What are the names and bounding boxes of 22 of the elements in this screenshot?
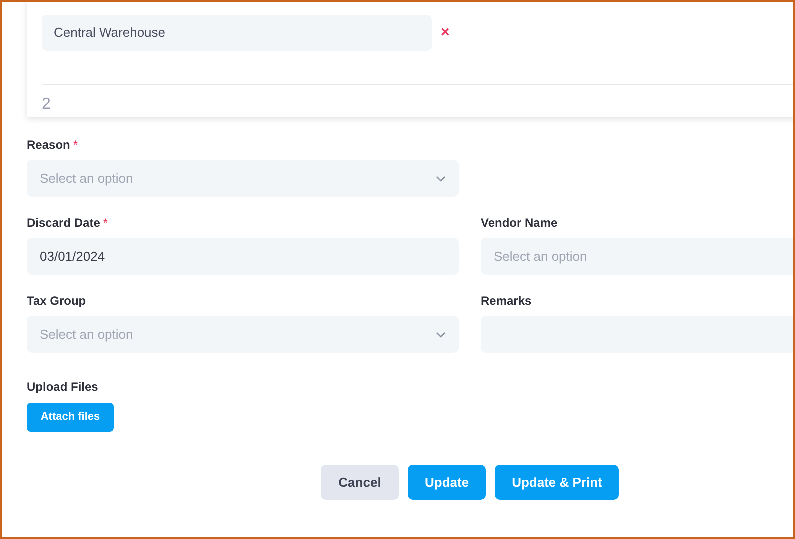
row-number: 2 <box>42 96 51 113</box>
select-field[interactable]: Select an option <box>27 316 459 353</box>
field-label: Reason <box>27 136 70 154</box>
action-button[interactable]: Cancel <box>321 465 399 500</box>
action-button[interactable]: Update <box>408 465 486 500</box>
field-label: Remarks <box>481 292 532 310</box>
field-label: Tax Group <box>27 292 86 310</box>
location-field[interactable]: Central Warehouse <box>42 15 432 51</box>
input-field[interactable]: Select an option <box>481 238 793 275</box>
input-field[interactable] <box>481 316 793 353</box>
field-label: Vendor Name <box>481 214 558 232</box>
required-mark: * <box>73 136 78 154</box>
field-label: Discard Date <box>27 214 100 232</box>
chevron-down-icon <box>436 332 446 338</box>
attach-files-button[interactable]: Attach files <box>27 403 114 432</box>
chevron-down-icon <box>436 176 446 182</box>
input-field[interactable]: 03/01/2024 <box>27 238 459 275</box>
upload-label: Upload Files <box>27 379 100 396</box>
action-button[interactable]: Update & Print <box>495 465 620 500</box>
required-mark: * <box>103 214 108 232</box>
select-field[interactable]: Select an option <box>27 160 459 197</box>
remove-button[interactable]: × <box>441 24 450 40</box>
